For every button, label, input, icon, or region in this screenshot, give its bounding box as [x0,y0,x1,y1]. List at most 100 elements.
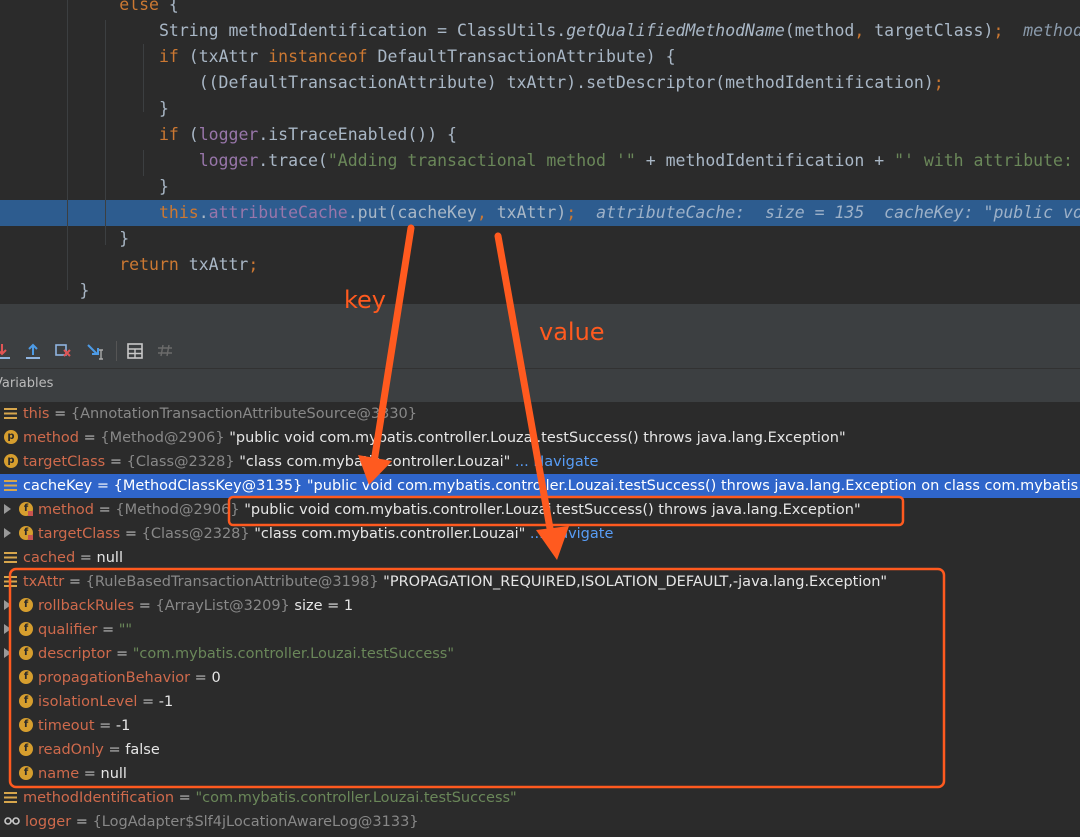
trace-streams-icon[interactable] [154,340,176,362]
code-token: + methodIdentification + [635,151,895,170]
variable-row-method[interactable]: f method = {Method@2906} "public void com… [0,498,1080,522]
variable-equals: = [134,598,156,614]
code-token: logger [198,151,259,170]
local-variable-icon [4,551,17,563]
expand-arrow-icon[interactable] [4,648,11,658]
local-variable-icon [4,407,17,419]
code-line[interactable]: } [0,174,1080,200]
local-variable-icon [4,791,17,803]
variable-equals: = [75,550,97,566]
final-lock-icon [28,511,33,516]
variable-row-cached[interactable]: cached = null [0,546,1080,570]
variable-value: "public void com.mybatis.controller.Louz… [302,478,1079,494]
variable-row-timeout[interactable]: f timeout = -1 [0,714,1080,738]
run-to-cursor-icon[interactable] [84,340,106,362]
expand-arrow-icon[interactable] [4,600,11,610]
variable-row-isolationlevel[interactable]: f isolationLevel = -1 [0,690,1080,714]
code-line[interactable]: if (txAttr instanceof DefaultTransaction… [0,44,1080,70]
expand-arrow-icon[interactable] [4,624,11,634]
code-line[interactable]: } [0,278,1080,304]
step-out-icon[interactable] [22,340,44,362]
field-icon: f [19,622,33,636]
code-token: ((DefaultTransactionAttribute) txAttr).s… [198,73,934,92]
variable-row-targetclass[interactable]: p targetClass = {Class@2328} "class com.m… [0,450,1080,474]
code-token: getQualifiedMethodName [566,21,785,40]
code-token: DefaultTransactionAttribute) { [377,47,676,66]
parameter-icon: p [4,454,18,468]
code-line[interactable]: } [0,226,1080,252]
variable-value: size = 1 [289,598,354,614]
expand-arrow-icon[interactable] [4,528,11,538]
code-token: txAttr) [496,203,567,222]
variable-equals: = [94,502,116,518]
indent-guide [143,150,144,176]
code-token: (txAttr [188,47,269,66]
variable-row-cachekey[interactable]: cacheKey = {MethodClassKey@3135} "public… [0,474,1080,498]
code-line[interactable]: String methodIdentification = ClassUtils… [0,18,1080,44]
variable-type: {Class@2328} [126,454,235,470]
evaluate-expression-icon[interactable] [124,340,146,362]
variable-value: "PROPAGATION_REQUIRED,ISOLATION_DEFAULT,… [378,574,888,590]
variable-value: "class com.mybatis.controller.Louzai" [234,454,511,470]
variable-value: "" [118,622,133,638]
variable-equals: = [79,766,101,782]
variable-row-readonly[interactable]: f readOnly = false [0,738,1080,762]
variable-value: false [125,742,160,758]
navigate-link[interactable]: ... Navigate [525,526,614,542]
variable-row-qualifier[interactable]: f qualifier = "" [0,618,1080,642]
variable-type: {Method@2906} [100,430,225,446]
field-icon: f [19,526,33,540]
variable-row-rollbackrules[interactable]: f rollbackRules = {ArrayList@3209} size =… [0,594,1080,618]
parameter-icon: p [4,430,18,444]
code-line[interactable]: logger.trace("Adding transactional metho… [0,148,1080,174]
code-token: ; [248,255,259,274]
code-editor[interactable]: else { String methodIdentification = Cla… [0,0,1080,304]
toolbar-separator [116,341,117,361]
code-line[interactable]: return txAttr; [0,252,1080,278]
code-line[interactable]: ((DefaultTransactionAttribute) txAttr).s… [0,70,1080,96]
code-line[interactable]: else { [0,0,1080,18]
indent-guide [143,44,144,112]
code-line[interactable]: if (logger.isTraceEnabled()) { [0,122,1080,148]
variable-row-this[interactable]: this = {AnnotationTransactionAttributeSo… [0,402,1080,426]
variable-equals: = [71,814,93,830]
current-execution-line[interactable]: this.attributeCache.put(cacheKey, txAttr… [0,200,1080,226]
field-icon: f [19,694,33,708]
variable-row-methodidentification[interactable]: methodIdentification = "com.mybatis.cont… [0,786,1080,810]
variable-name: methodIdentification [23,790,175,806]
variable-equals: = [120,526,142,542]
expand-arrow-icon[interactable] [4,504,11,514]
final-lock-icon [28,535,33,540]
navigate-link[interactable]: ... Navigate [510,454,599,470]
variable-equals: = [105,454,127,470]
variable-name: method [38,502,94,518]
field-icon: f [19,646,33,660]
variables-title: Variables [0,376,54,391]
variable-row-method[interactable]: p method = {Method@2906} "public void com… [0,426,1080,450]
local-variable-icon [4,575,17,587]
variable-row-propagationbehavior[interactable]: f propagationBehavior = 0 [0,666,1080,690]
variable-row-targetclass[interactable]: f targetClass = {Class@2328} "class com.m… [0,522,1080,546]
step-into-icon[interactable] [0,340,16,362]
variable-name: propagationBehavior [38,670,191,686]
variable-equals: = [97,622,119,638]
variable-equals: = [103,742,126,758]
code-token: } [119,229,130,248]
variable-row-logger[interactable]: logger = {LogAdapter$Slf4jLocationAwareL… [0,810,1080,834]
variable-row-txattr[interactable]: txAttr = {RuleBasedTransactionAttribute@… [0,570,1080,594]
code-line[interactable]: } [0,96,1080,122]
value-annotation-label: value [539,318,605,346]
variable-name: targetClass [38,526,121,542]
code-token: ; [993,21,1004,40]
drop-frame-icon[interactable] [52,340,74,362]
field-icon: f [19,502,33,516]
variables-tree[interactable]: this = {AnnotationTransactionAttributeSo… [0,402,1080,837]
variables-header: Variables [0,369,1080,402]
variable-name: cacheKey [23,478,93,494]
variable-row-descriptor[interactable]: f descriptor = "com.mybatis.controller.Lo… [0,642,1080,666]
variable-row-name[interactable]: f name = null [0,762,1080,786]
